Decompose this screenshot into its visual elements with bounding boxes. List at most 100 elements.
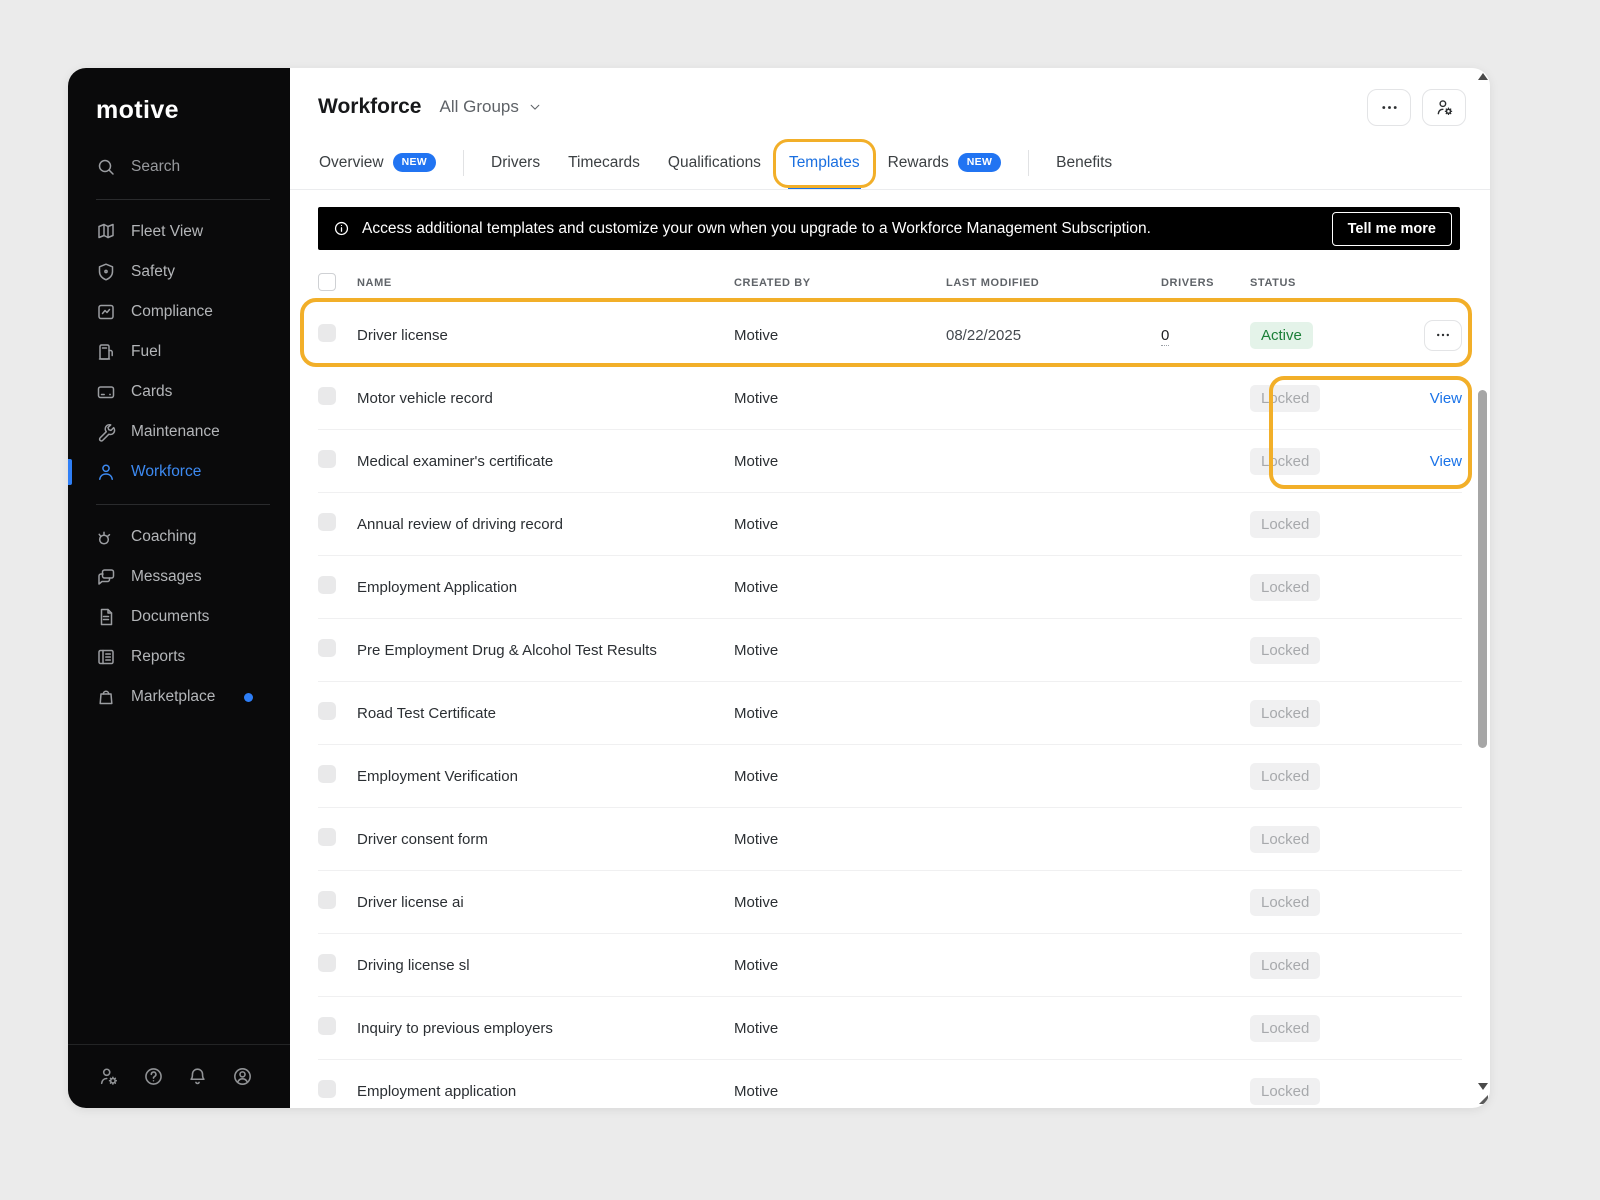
sidebar-item-label: Cards: [131, 383, 172, 401]
table-row: Medical examiner's certificateMotiveLock…: [318, 430, 1462, 493]
drivers-count-link[interactable]: 0: [1161, 327, 1169, 346]
created-by-value: Motive: [734, 1020, 946, 1037]
row-checkbox-cell: [318, 387, 357, 409]
scrollbar-thumb[interactable]: [1478, 390, 1487, 748]
view-link[interactable]: View: [1430, 453, 1462, 470]
row-checkbox[interactable]: [318, 765, 336, 783]
action-cell: View: [1400, 390, 1462, 407]
created-by-value: Motive: [734, 705, 946, 722]
sidebar-item-fleet-view[interactable]: Fleet View: [96, 212, 290, 252]
row-menu-button[interactable]: [1424, 320, 1462, 351]
user-settings-icon: [1435, 98, 1454, 117]
status-cell: Locked: [1250, 700, 1400, 727]
row-checkbox-cell: [318, 891, 357, 913]
row-checkbox-cell: [318, 1017, 357, 1039]
created-by-value: Motive: [734, 831, 946, 848]
scroll-down-arrow-icon[interactable]: [1478, 1083, 1488, 1090]
scroll-up-arrow-icon[interactable]: [1478, 73, 1488, 80]
row-checkbox[interactable]: [318, 576, 336, 594]
vertical-scrollbar[interactable]: [1475, 68, 1490, 1108]
row-checkbox[interactable]: [318, 954, 336, 972]
row-checkbox[interactable]: [318, 1017, 336, 1035]
tab-timecards[interactable]: Timecards: [567, 136, 641, 189]
search-icon: [96, 157, 116, 177]
template-name: Employment application: [357, 1083, 734, 1100]
sidebar-item-messages[interactable]: Messages: [96, 557, 290, 597]
sidebar-item-coaching[interactable]: Coaching: [96, 517, 290, 557]
motive-logo: motive: [96, 96, 290, 125]
sidebar-item-fuel[interactable]: Fuel: [96, 332, 290, 372]
row-checkbox-cell: [318, 954, 357, 976]
sidebar-item-documents[interactable]: Documents: [96, 597, 290, 637]
sidebar-item-label: Workforce: [131, 463, 201, 481]
table-row: Inquiry to previous employersMotiveLocke…: [318, 997, 1462, 1060]
table-row: Driver consent formMotiveLocked: [318, 808, 1462, 871]
sidebar-item-maintenance[interactable]: Maintenance: [96, 412, 290, 452]
user-settings-button[interactable]: [98, 1066, 120, 1088]
view-link[interactable]: View: [1430, 390, 1462, 407]
page-title: Workforce: [318, 95, 421, 119]
card-icon: [96, 382, 116, 402]
status-badge: Locked: [1250, 637, 1320, 664]
select-all-checkbox[interactable]: [318, 273, 336, 291]
row-checkbox-cell: [318, 639, 357, 661]
row-checkbox-cell: [318, 1080, 357, 1102]
sidebar-search[interactable]: Search: [96, 147, 290, 187]
templates-table: NAME CREATED BY LAST MODIFIED DRIVERS ST…: [318, 262, 1462, 1108]
more-options-button[interactable]: [1367, 89, 1411, 126]
table-row: Pre Employment Drug & Alcohol Test Resul…: [318, 619, 1462, 682]
tell-me-more-button[interactable]: Tell me more: [1332, 212, 1452, 246]
tab-benefits[interactable]: Benefits: [1055, 136, 1113, 189]
row-checkbox[interactable]: [318, 639, 336, 657]
status-badge: Locked: [1250, 889, 1320, 916]
tab-drivers[interactable]: Drivers: [490, 136, 541, 189]
new-badge: NEW: [958, 153, 1001, 172]
row-checkbox[interactable]: [318, 324, 336, 342]
sidebar-divider: [96, 199, 270, 200]
sidebar: motive Search Fleet ViewSafetyCompliance…: [68, 68, 290, 1108]
sidebar-item-label: Messages: [131, 568, 202, 586]
account-button[interactable]: [232, 1066, 254, 1088]
tab-rewards[interactable]: RewardsNEW: [887, 136, 1003, 189]
tab-label: Drivers: [491, 154, 540, 172]
row-checkbox-cell: [318, 324, 357, 346]
tab-qualifications[interactable]: Qualifications: [667, 136, 762, 189]
banner-text: Access additional templates and customiz…: [362, 220, 1151, 238]
user-settings-button[interactable]: [1422, 89, 1466, 126]
drivers-cell: 0: [1161, 327, 1250, 344]
row-checkbox[interactable]: [318, 828, 336, 846]
sidebar-item-label: Reports: [131, 648, 185, 666]
status-badge: Locked: [1250, 952, 1320, 979]
sidebar-item-workforce[interactable]: Workforce: [96, 452, 290, 492]
template-name: Motor vehicle record: [357, 390, 734, 407]
content-area: Workforce All Groups OverviewNEW Drivers T…: [290, 68, 1490, 1108]
status-badge: Locked: [1250, 448, 1320, 475]
row-checkbox[interactable]: [318, 513, 336, 531]
row-checkbox[interactable]: [318, 702, 336, 720]
sidebar-item-reports[interactable]: Reports: [96, 637, 290, 677]
row-checkbox[interactable]: [318, 450, 336, 468]
sidebar-item-cards[interactable]: Cards: [96, 372, 290, 412]
table-row: Employment VerificationMotiveLocked: [318, 745, 1462, 808]
bell-button[interactable]: [187, 1066, 209, 1088]
tab-templates[interactable]: Templates: [788, 136, 861, 189]
group-filter-dropdown[interactable]: All Groups: [439, 97, 541, 117]
sidebar-item-safety[interactable]: Safety: [96, 252, 290, 292]
table-body: Driver licenseMotive08/22/20250ActiveMot…: [318, 304, 1462, 1108]
row-checkbox[interactable]: [318, 387, 336, 405]
tab-overview[interactable]: OverviewNEW: [318, 136, 437, 189]
sidebar-item-marketplace[interactable]: Marketplace: [96, 677, 290, 717]
row-checkbox[interactable]: [318, 891, 336, 909]
tab-bar: OverviewNEW Drivers Timecards Qualification…: [290, 136, 1490, 190]
tab-label: Qualifications: [668, 154, 761, 172]
help-button[interactable]: [143, 1066, 165, 1088]
new-badge: NEW: [393, 153, 436, 172]
created-by-value: Motive: [734, 327, 946, 344]
chat-icon: [96, 567, 116, 587]
status-badge: Locked: [1250, 574, 1320, 601]
sidebar-item-compliance[interactable]: Compliance: [96, 292, 290, 332]
row-checkbox[interactable]: [318, 1080, 336, 1098]
table-row: Employment ApplicationMotiveLocked: [318, 556, 1462, 619]
sidebar-item-label: Maintenance: [131, 423, 220, 441]
sidebar-search-wrap: Search Fleet ViewSafetyComplianceFuel Car…: [68, 145, 290, 717]
